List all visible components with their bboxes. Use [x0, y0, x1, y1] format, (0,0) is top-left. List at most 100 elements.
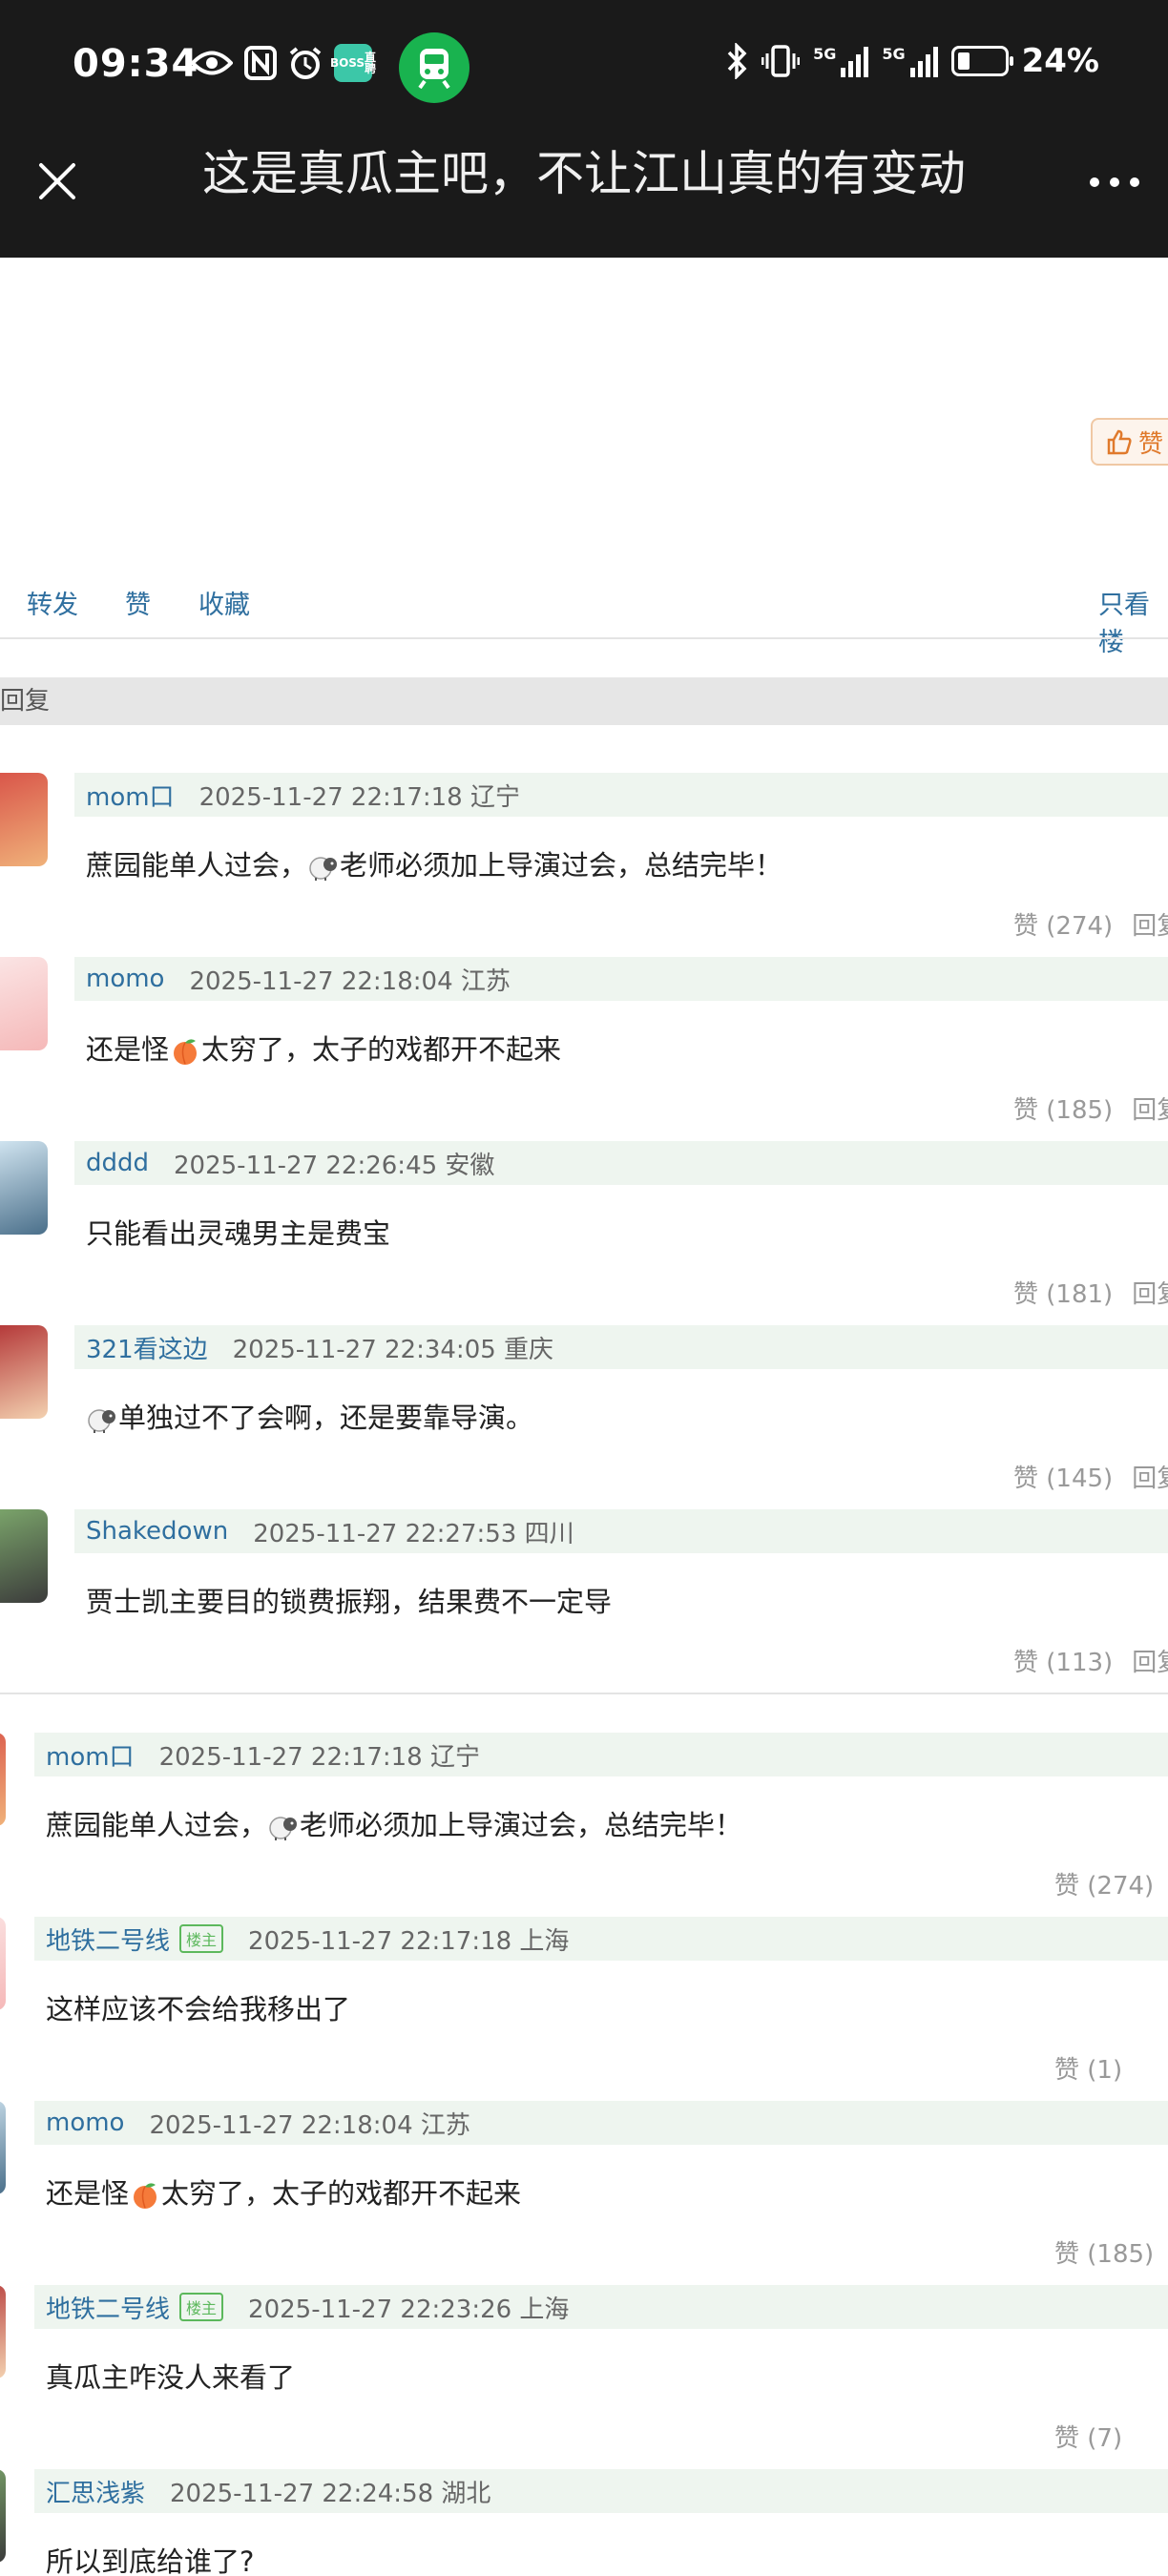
comment-footer: 赞 (185) 回复 — [1013, 1091, 1168, 1126]
comment-like-button[interactable]: 赞 (1) — [1054, 2056, 1122, 2085]
avatar[interactable] — [0, 1509, 48, 1603]
comment-header: mom口 2025-11-27 22:17:18 辽宁 — [34, 1733, 1168, 1776]
comment-footer: 赞 (7) — [1054, 2419, 1122, 2454]
comment-header: momo 2025-11-27 22:18:04 江苏 — [34, 2101, 1168, 2145]
comment-like-button[interactable]: 赞 (274) — [1054, 1872, 1154, 1901]
avatar[interactable] — [0, 1325, 48, 1419]
comment-meta: 2025-11-27 22:17:18 上海 — [248, 1926, 570, 1956]
battery-icon — [950, 46, 1013, 76]
status-time: 09:34 — [73, 42, 199, 86]
comment-like-button[interactable]: 赞 (274) — [1013, 912, 1113, 941]
comment-username[interactable]: mom口 — [86, 778, 175, 813]
status-icons-left: BOSS 直聘 — [191, 44, 376, 82]
comment-like-button[interactable]: 赞 (181) — [1013, 1280, 1113, 1309]
post-like-label: 赞 — [1138, 429, 1164, 459]
alarm-icon — [289, 47, 322, 79]
comment-item: dddd 2025-11-27 22:26:45 安徽 只能看出灵魂男主是费宝赞 (… — [0, 1141, 1168, 1325]
comment-meta: 2025-11-27 22:18:04 江苏 — [149, 2110, 470, 2140]
avatar[interactable] — [0, 1141, 48, 1235]
comment-header: 地铁二号线 楼主 2025-11-27 22:17:18 上海 — [34, 1917, 1168, 1961]
op-badge: 楼主 — [179, 2293, 224, 2321]
comment-text-part: 还是怪 — [46, 2177, 130, 2210]
comment-meta: 2025-11-27 22:18:04 江苏 — [189, 966, 511, 996]
comment-text-part: 还是怪 — [86, 1033, 170, 1066]
comment-header: 地铁二号线 楼主 2025-11-27 22:23:26 上海 — [34, 2285, 1168, 2329]
comment-meta: 2025-11-27 22:26:45 安徽 — [174, 1151, 495, 1180]
comment-text-part: 太穷了，太子的戏都开不起来 — [201, 1033, 562, 1066]
network-type-2: 5G — [882, 45, 906, 63]
comment-username[interactable]: Shakedown — [86, 1517, 228, 1546]
comment-item: 地铁二号线 楼主 2025-11-27 22:17:18 上海这样应该不会给我移出了… — [0, 1917, 1168, 2101]
comment-item: momo 2025-11-27 22:18:04 江苏还是怪 太穷了，太子的戏都开不… — [0, 2101, 1168, 2285]
thumbs-up-icon — [1107, 429, 1132, 455]
comment-reply-button[interactable]: 回复 — [1132, 1649, 1168, 1677]
avatar[interactable] — [0, 2101, 6, 2194]
peach-emoji-icon — [174, 1039, 198, 1065]
avatar[interactable] — [0, 2469, 6, 2563]
share-link[interactable]: 转发 — [27, 584, 78, 621]
comment-meta: 2025-11-27 22:34:05 重庆 — [232, 1335, 554, 1364]
comment-like-button[interactable]: 赞 (185) — [1054, 2240, 1154, 2269]
nfc-icon — [244, 46, 277, 80]
comment-text: 这样应该不会给我移出了 — [46, 1987, 350, 2027]
avatar[interactable] — [0, 773, 48, 866]
comment-text-part: 太穷了，太子的戏都开不起来 — [161, 2177, 522, 2210]
comment-text-part: 蔗园能单人过会， — [46, 1809, 268, 1841]
comment-like-button[interactable]: 赞 (113) — [1013, 1649, 1113, 1677]
divider — [0, 637, 1168, 639]
comment-text-part: 蔗园能单人过会， — [86, 849, 308, 882]
comment-text-part: 老师必须加上导演过会，总结完毕！ — [300, 1809, 743, 1841]
comment-item: Shakedown 2025-11-27 22:27:53 四川贾士凯主要目的锁费… — [0, 1509, 1168, 1693]
battery-percent: 24% — [1021, 42, 1099, 80]
avatar[interactable] — [0, 957, 48, 1050]
network-type-1: 5G — [813, 45, 837, 63]
comment-text-part: 单独过不了会啊，还是要靠导演。 — [118, 1402, 534, 1434]
comment-meta: 2025-11-27 22:27:53 四川 — [253, 1519, 574, 1548]
comment-reply-button[interactable]: 回复 — [1132, 912, 1168, 941]
comment-item: mom口 2025-11-27 22:17:18 辽宁蔗园能单人过会， 老师必须加上… — [0, 773, 1168, 957]
comment-like-button[interactable]: 赞 (145) — [1013, 1465, 1113, 1493]
avatar[interactable] — [0, 2285, 6, 2379]
favorite-link[interactable]: 收藏 — [198, 584, 250, 621]
comment-like-button[interactable]: 赞 (7) — [1054, 2424, 1122, 2453]
vibrate-icon — [761, 45, 801, 77]
comment-text: 所以到底给谁了? — [46, 2540, 254, 2576]
boss-icon-line1: BOSS — [329, 56, 365, 70]
reply-section-label: 回复 — [0, 687, 51, 716]
comment-header: Shakedown 2025-11-27 22:27:53 四川 — [74, 1509, 1168, 1553]
only-op-link[interactable]: 只看楼 — [1098, 584, 1168, 658]
comment-reply-button[interactable]: 回复 — [1132, 1096, 1168, 1125]
comment-meta: 2025-11-27 22:17:18 辽宁 — [198, 782, 520, 812]
comment-item: 汇思浅紫 2025-11-27 22:24:58 湖北所以到底给谁了? — [0, 2469, 1168, 2576]
post-action-bar: 转发 赞 收藏 只看楼 — [0, 578, 1168, 657]
comment-header: dddd 2025-11-27 22:26:45 安徽 — [74, 1141, 1168, 1185]
comment-meta: 2025-11-27 22:24:58 湖北 — [170, 2479, 491, 2508]
comment-username[interactable]: dddd — [86, 1149, 149, 1177]
sheep-emoji-icon — [269, 1817, 298, 1840]
comment-reply-button[interactable]: 回复 — [1132, 1465, 1168, 1493]
reply-section-header: 回复 — [0, 677, 1168, 725]
comment-username[interactable]: 汇思浅紫 — [46, 2474, 145, 2509]
post-like-button[interactable]: 赞 — [1091, 418, 1168, 466]
comment-username[interactable]: momo — [86, 965, 164, 993]
sheep-emoji-icon — [88, 1409, 115, 1433]
comment-text: 真瓜主咋没人来看了 — [46, 2356, 295, 2396]
comment-footer: 赞 (113) 回复 — [1013, 1643, 1168, 1678]
comment-text-part: 贾士凯主要目的锁费振翔，结果费不一定导 — [86, 1586, 613, 1618]
comment-text: 贾士凯主要目的锁费振翔，结果费不一定导 — [86, 1580, 612, 1620]
comment-username[interactable]: mom口 — [46, 1737, 135, 1773]
more-options-button[interactable] — [1090, 177, 1139, 187]
avatar[interactable] — [0, 1733, 6, 1826]
comment-reply-button[interactable]: 回复 — [1132, 1280, 1168, 1309]
comment-username[interactable]: 321看这边 — [86, 1330, 208, 1365]
comment-username[interactable]: 地铁二号线 — [46, 1922, 170, 1957]
comment-text-part: 老师必须加上导演过会，总结完毕！ — [340, 849, 783, 882]
like-link[interactable]: 赞 — [125, 584, 151, 621]
comment-item: 321看这边 2025-11-27 22:34:05 重庆单独过不了会啊，还是要靠… — [0, 1325, 1168, 1509]
avatar[interactable] — [0, 1917, 6, 2010]
comment-like-button[interactable]: 赞 (185) — [1013, 1096, 1113, 1125]
comment-text: 单独过不了会啊，还是要靠导演。 — [86, 1396, 533, 1436]
comment-username[interactable]: momo — [46, 2109, 124, 2137]
bluetooth-icon — [727, 43, 747, 79]
comment-username[interactable]: 地铁二号线 — [46, 2290, 170, 2325]
